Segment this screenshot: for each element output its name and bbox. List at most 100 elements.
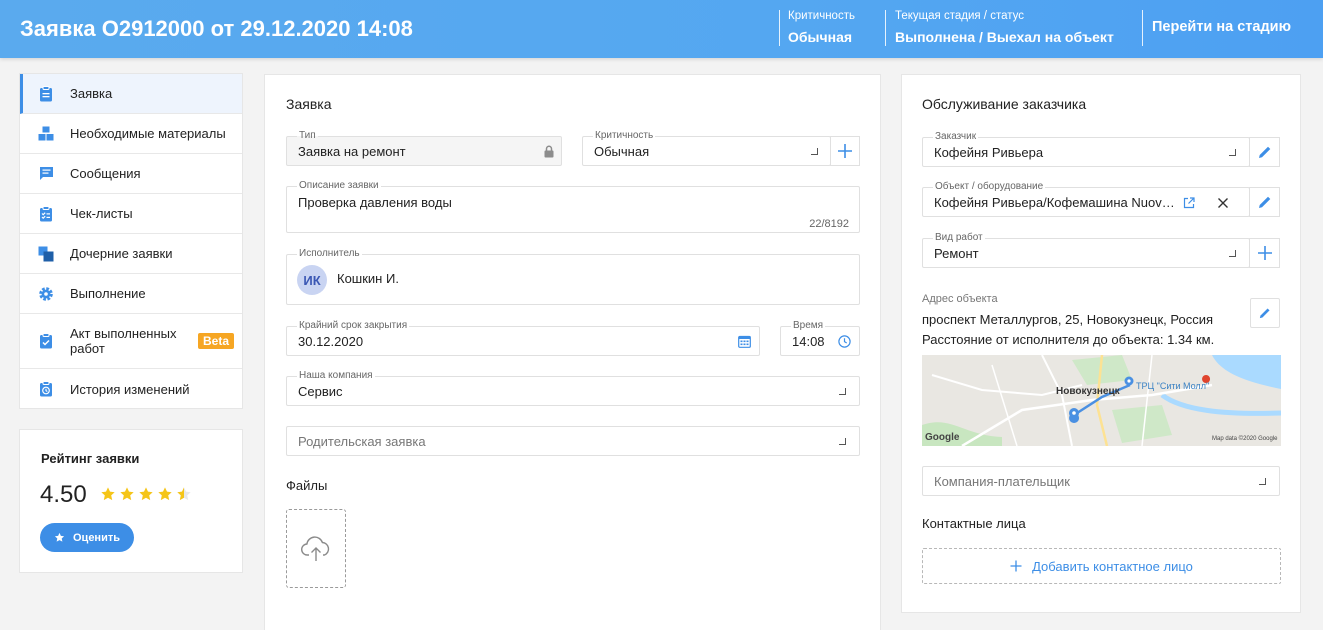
customer-value: Кофейня Ривьера — [934, 145, 1044, 160]
stage-value: Выполнена / Выехал на объект — [895, 29, 1114, 45]
sidebar-item-label: Акт выполненных работ — [70, 326, 177, 356]
criticality-label: Критичность — [593, 130, 656, 142]
star-icon — [54, 532, 65, 542]
edit-address-button[interactable] — [1250, 298, 1280, 328]
customer-select[interactable]: Заказчик Кофейня Ривьера — [922, 131, 1250, 167]
rating-card: Рейтинг заявки 4.50 Оценить — [19, 429, 243, 573]
work-type-select[interactable]: Вид работ Ремонт — [922, 232, 1250, 268]
parent-request-placeholder: Родительская заявка — [298, 434, 426, 449]
plus-icon — [1010, 560, 1022, 572]
external-link-icon[interactable] — [1183, 196, 1195, 214]
address-text: проспект Металлургов, 25, Новокузнецк, Р… — [922, 310, 1214, 350]
sidebar-item-label: Сообщения — [70, 166, 141, 181]
calendar-icon[interactable] — [738, 335, 751, 353]
work-type-label: Вид работ — [933, 232, 985, 244]
object-select[interactable]: Объект / оборудование Кофейня Ривьера/Ко… — [922, 181, 1250, 217]
clock-icon[interactable] — [838, 335, 851, 353]
address-label: Адрес объекта — [922, 293, 998, 305]
rate-button[interactable]: Оценить — [40, 523, 134, 552]
dropdown-corner-icon — [1229, 149, 1236, 156]
rating-stars — [100, 486, 192, 502]
contacts-title: Контактные лица — [922, 516, 1026, 531]
sidebar-item-label: Необходимые материалы — [70, 126, 226, 141]
object-value: Кофейня Ривьера/Кофемашина Nuov… — [934, 195, 1174, 210]
star-half-icon — [177, 487, 191, 501]
clipboard-icon — [38, 85, 54, 102]
dropdown-corner-icon — [839, 388, 846, 395]
sidebar-item-materials[interactable]: Необходимые материалы — [20, 114, 242, 154]
sidebar-item-request[interactable]: Заявка — [20, 74, 242, 114]
map-view[interactable]: Новокузнецк ТРЦ "Сити Молл" Google Map d… — [922, 355, 1281, 446]
description-textarea[interactable]: Описание заявки Проверка давления воды 2… — [286, 180, 860, 233]
company-select[interactable]: Наша компания Сервис — [286, 370, 860, 406]
sidebar-item-act[interactable]: Акт выполненных работ Beta — [20, 314, 242, 369]
star-icon — [120, 487, 134, 501]
map-logo: Google — [925, 432, 960, 443]
star-icon — [158, 487, 172, 501]
dropdown-corner-icon — [839, 438, 846, 445]
deadline-field[interactable]: Крайний срок закрытия 30.12.2020 — [286, 320, 760, 356]
goto-stage-button[interactable]: Перейти на стадию — [1152, 19, 1291, 35]
sidebar-item-child-requests[interactable]: Дочерние заявки — [20, 234, 242, 274]
sidebar-item-checklists[interactable]: Чек-листы — [20, 194, 242, 234]
add-criticality-button[interactable] — [830, 136, 860, 166]
add-contact-label: Добавить контактное лицо — [1032, 558, 1193, 574]
message-icon — [38, 166, 54, 182]
description-value: Проверка давления воды — [298, 195, 452, 210]
executor-field[interactable]: Исполнитель ИК Кошкин И. — [286, 248, 860, 305]
parent-request-select[interactable]: Родительская заявка — [286, 426, 860, 456]
dropdown-corner-icon — [1229, 250, 1236, 257]
time-label: Время — [791, 320, 826, 332]
sidebar-item-messages[interactable]: Сообщения — [20, 154, 242, 194]
executor-value: Кошкин И. — [337, 271, 399, 286]
add-work-type-button[interactable] — [1249, 238, 1280, 268]
header-bar: Заявка О2912000 от 29.12.2020 14:08 Крит… — [0, 0, 1323, 58]
gear-icon — [38, 286, 54, 302]
pencil-icon — [1258, 196, 1270, 208]
description-label: Описание заявки — [297, 180, 381, 192]
payer-select[interactable]: Компания-плательщик — [922, 466, 1280, 496]
add-contact-button[interactable]: Добавить контактное лицо — [922, 548, 1281, 584]
clear-icon[interactable] — [1217, 196, 1229, 214]
map-attribution: Map data ©2020 Google — [1212, 436, 1278, 442]
type-value: Заявка на ремонт — [298, 144, 406, 159]
customer-panel: Обслуживание заказчика Заказчик Кофейня … — [901, 74, 1301, 613]
files-title: Файлы — [286, 478, 328, 493]
rating-value: 4.50 — [40, 481, 87, 508]
stage-label: Текущая стадия / статус — [895, 10, 1024, 22]
type-label: Тип — [297, 130, 318, 142]
company-label: Наша компания — [297, 370, 375, 382]
dropdown-corner-icon — [1259, 478, 1266, 485]
checklist-icon — [38, 205, 54, 222]
child-requests-icon — [38, 246, 54, 262]
sidebar-item-label: Дочерние заявки — [70, 246, 173, 261]
deadline-label: Крайний срок закрытия — [297, 320, 410, 332]
file-upload-dropzone[interactable] — [286, 509, 346, 588]
pencil-icon — [1259, 308, 1270, 319]
customer-section-title: Обслуживание заказчика — [922, 96, 1087, 112]
criticality-value: Обычная — [594, 144, 650, 159]
criticality-value: Обычная — [788, 29, 853, 45]
type-field: Тип Заявка на ремонт — [286, 130, 562, 166]
header-divider — [885, 10, 886, 46]
criticality-select[interactable]: Критичность Обычная — [582, 130, 831, 166]
cloud-upload-icon — [301, 535, 330, 561]
executor-label: Исполнитель — [297, 248, 362, 260]
criticality-label: Критичность — [788, 10, 855, 22]
time-field[interactable]: Время 14:08 — [780, 320, 860, 356]
request-section-title: Заявка — [286, 96, 332, 112]
sidebar-nav: Заявка Необходимые материалы Сообщения Ч… — [19, 73, 243, 409]
object-label: Объект / оборудование — [933, 181, 1046, 193]
rate-button-label: Оценить — [73, 531, 120, 544]
char-counter: 22/8192 — [809, 218, 849, 230]
sidebar-item-execution[interactable]: Выполнение — [20, 274, 242, 314]
edit-customer-button[interactable] — [1249, 137, 1280, 167]
header-divider — [779, 10, 780, 46]
star-icon — [139, 487, 153, 501]
act-icon — [38, 333, 54, 349]
plus-icon — [1257, 246, 1272, 260]
address-value: проспект Металлургов, 25, Новокузнецк, Р… — [922, 312, 1214, 327]
edit-object-button[interactable] — [1249, 187, 1280, 217]
header-divider — [1142, 10, 1143, 46]
sidebar-item-history[interactable]: История изменений — [20, 369, 242, 409]
